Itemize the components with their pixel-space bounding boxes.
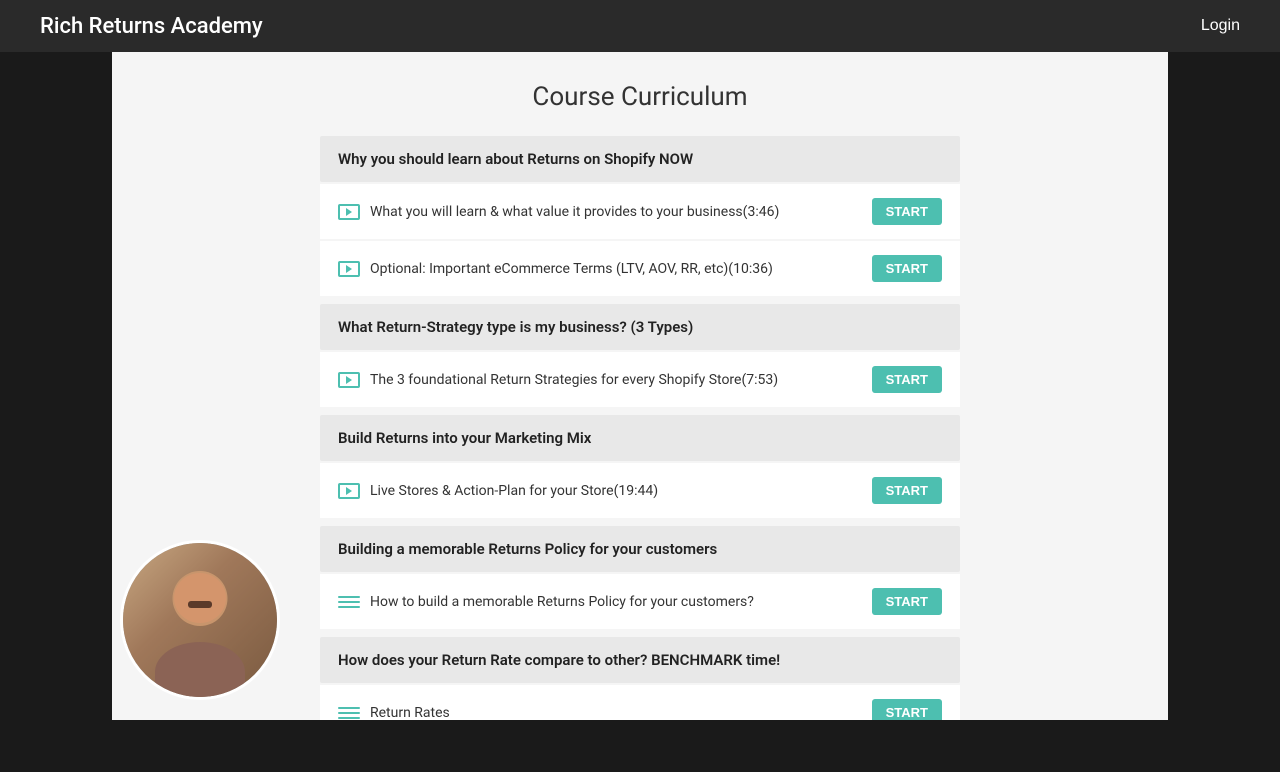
section-group: Why you should learn about Returns on Sh…: [320, 136, 960, 296]
section-group: What Return-Strategy type is my business…: [320, 304, 960, 407]
lesson-title: How to build a memorable Returns Policy …: [370, 594, 754, 610]
lesson-item: How to build a memorable Returns Policy …: [320, 574, 960, 629]
section-group: Build Returns into your Marketing Mix Liv…: [320, 415, 960, 518]
section-group: Building a memorable Returns Policy for …: [320, 526, 960, 629]
avatar-inner: [123, 543, 277, 697]
start-button[interactable]: START: [872, 198, 942, 225]
start-button[interactable]: START: [872, 588, 942, 615]
avatar-body: [155, 642, 245, 697]
section-header: Building a memorable Returns Policy for …: [320, 526, 960, 572]
lesson-left: Live Stores & Action-Plan for your Store…: [338, 483, 658, 499]
start-button[interactable]: START: [872, 477, 942, 504]
text-icon: [338, 705, 360, 721]
avatar: [120, 540, 280, 700]
lesson-left: The 3 foundational Return Strategies for…: [338, 372, 778, 388]
left-panel: [0, 0, 112, 720]
section-header: Why you should learn about Returns on Sh…: [320, 136, 960, 182]
lesson-item: The 3 foundational Return Strategies for…: [320, 352, 960, 407]
site-title: Rich Returns Academy: [40, 14, 263, 39]
lesson-item: Optional: Important eCommerce Terms (LTV…: [320, 241, 960, 296]
start-button[interactable]: START: [872, 366, 942, 393]
lesson-item: Return Rates START: [320, 685, 960, 720]
lesson-item: Live Stores & Action-Plan for your Store…: [320, 463, 960, 518]
header: Rich Returns Academy Login: [0, 0, 1280, 52]
avatar-face: [174, 573, 226, 623]
avatar-mustache: [188, 601, 212, 608]
section-header: Build Returns into your Marketing Mix: [320, 415, 960, 461]
video-icon: [338, 372, 360, 388]
start-button[interactable]: START: [872, 255, 942, 282]
video-icon: [338, 261, 360, 277]
lesson-title: What you will learn & what value it prov…: [370, 204, 779, 220]
login-button[interactable]: Login: [1201, 17, 1240, 35]
lesson-left: How to build a memorable Returns Policy …: [338, 594, 754, 610]
text-icon: [338, 594, 360, 610]
right-panel: [1168, 0, 1280, 720]
lesson-title: The 3 foundational Return Strategies for…: [370, 372, 778, 388]
start-button[interactable]: START: [872, 699, 942, 720]
lesson-item: What you will learn & what value it prov…: [320, 184, 960, 239]
lesson-left: Optional: Important eCommerce Terms (LTV…: [338, 261, 773, 277]
lesson-title: Return Rates: [370, 705, 450, 721]
page-title: Course Curriculum: [112, 82, 1168, 112]
lesson-title: Live Stores & Action-Plan for your Store…: [370, 483, 658, 499]
lesson-left: Return Rates: [338, 705, 450, 721]
section-group: How does your Return Rate compare to oth…: [320, 637, 960, 720]
video-icon: [338, 204, 360, 220]
section-header: How does your Return Rate compare to oth…: [320, 637, 960, 683]
lesson-left: What you will learn & what value it prov…: [338, 204, 779, 220]
video-icon: [338, 483, 360, 499]
section-header: What Return-Strategy type is my business…: [320, 304, 960, 350]
lesson-title: Optional: Important eCommerce Terms (LTV…: [370, 261, 773, 277]
course-container: Why you should learn about Returns on Sh…: [320, 136, 960, 720]
